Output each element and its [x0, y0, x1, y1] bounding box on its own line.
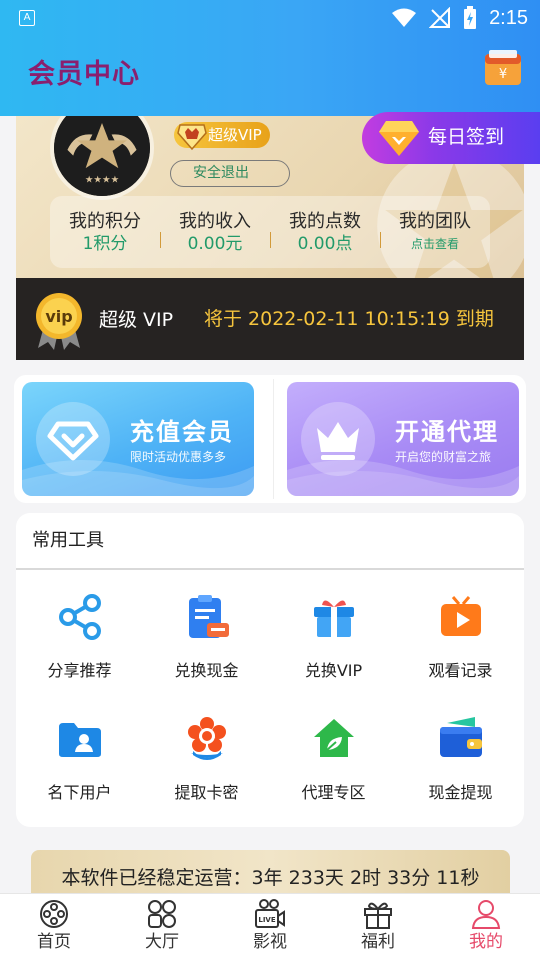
crown-outline-icon — [317, 422, 359, 460]
tools-grid: 分享推荐 兑换现金 兑换VIP 观看记录 名下用户 提取卡密 代理专区 现金提现 — [16, 593, 524, 803]
nav-label: 大厅 — [145, 932, 179, 952]
page-title: 会员中心 — [28, 59, 140, 90]
nav-home[interactable]: 首页 — [0, 894, 108, 960]
tool-watch-history[interactable]: 观看记录 — [397, 593, 524, 681]
stat-label: 我的积分 — [69, 211, 141, 232]
recharge-member-card[interactable]: 充值会员 限时活动优惠多多 — [22, 382, 254, 496]
status-bar: A 2:15 — [0, 0, 540, 36]
stat-label: 我的点数 — [289, 211, 361, 232]
logout-button[interactable]: 安全退出 — [170, 160, 290, 187]
nav-label: 福利 — [361, 932, 395, 952]
gift-box-icon — [313, 600, 354, 637]
tool-share[interactable]: 分享推荐 — [16, 593, 143, 681]
no-signal-icon — [429, 7, 451, 28]
flower-icon — [187, 717, 226, 760]
promo-title: 充值会员 — [130, 418, 234, 446]
promo-divider — [273, 379, 274, 499]
stat-label: 我的收入 — [179, 211, 251, 232]
tool-label: 代理专区 — [301, 783, 366, 802]
exchange-cash-icon — [188, 595, 229, 638]
svg-text:¥: ¥ — [499, 67, 507, 82]
clock: 2:15 — [489, 6, 528, 29]
stat-value: 0.00点 — [297, 234, 353, 254]
svg-text:★★★★: ★★★★ — [85, 175, 119, 186]
tool-label: 名下用户 — [47, 783, 112, 802]
crown-icon — [177, 124, 207, 151]
nav-label: 首页 — [37, 932, 71, 952]
stat-income[interactable]: 我的收入 0.00元 — [160, 210, 270, 254]
film-reel-icon — [40, 900, 68, 928]
nav-welfare[interactable]: 福利 — [324, 894, 432, 960]
nav-movies[interactable]: LIVE 影视 — [216, 894, 324, 960]
share-icon — [58, 594, 101, 640]
promo-panel: 充值会员 限时活动优惠多多 开通代理 开启您的财富之旅 — [14, 375, 526, 503]
battery-icon — [464, 6, 477, 29]
tool-label: 提取卡密 — [174, 783, 239, 802]
tool-extract-card[interactable]: 提取卡密 — [143, 715, 270, 803]
checkin-label: 每日签到 — [428, 126, 505, 148]
view-team-link[interactable]: 点击查看 — [380, 234, 490, 254]
wallet-icon[interactable]: ¥ — [484, 50, 522, 86]
tool-label: 兑换现金 — [174, 661, 239, 680]
nav-label: 影视 — [253, 932, 287, 952]
tools-title: 常用工具 — [16, 513, 524, 570]
vip-medal-icon: vip — [36, 293, 82, 350]
tool-exchange-cash[interactable]: 兑换现金 — [143, 593, 270, 681]
bottom-nav: 首页 大厅 LIVE 影视 福利 我的 — [0, 893, 540, 960]
tv-play-icon — [440, 596, 481, 636]
medal-text: vip — [45, 307, 72, 326]
promo-subtitle: 开启您的财富之旅 — [395, 450, 492, 464]
open-agent-card[interactable]: 开通代理 开启您的财富之旅 — [287, 382, 519, 496]
stat-credits[interactable]: 我的点数 0.00点 — [270, 210, 380, 254]
user-folder-icon — [58, 723, 101, 757]
vip-expiry-bar: vip 超级 VIP 将于 2022-02-11 10:15:19 到期 — [16, 278, 524, 360]
stat-team[interactable]: 我的团队 点击查看 — [380, 210, 490, 254]
tool-label: 兑换VIP — [304, 661, 363, 680]
nav-mine[interactable]: 我的 — [432, 894, 540, 960]
nav-label: 我的 — [469, 932, 503, 952]
promo-title: 开通代理 — [395, 418, 499, 446]
tool-label: 分享推荐 — [47, 661, 112, 680]
stat-label: 我的团队 — [399, 211, 471, 232]
stat-points[interactable]: 我的积分 1积分 — [50, 210, 160, 254]
diamond-icon — [379, 121, 419, 156]
grid-icon — [148, 900, 176, 928]
notification-icon: A — [19, 10, 35, 26]
stat-value: 0.00元 — [187, 234, 243, 254]
nav-hall[interactable]: 大厅 — [108, 894, 216, 960]
person-icon — [471, 900, 501, 929]
house-leaf-icon — [313, 719, 354, 757]
tool-agent-zone[interactable]: 代理专区 — [270, 715, 397, 803]
live-camera-icon: LIVE — [255, 899, 285, 928]
vip-level: 超级 VIP — [99, 309, 174, 331]
tool-exchange-vip[interactable]: 兑换VIP — [270, 593, 397, 681]
header-bar: A 2:15 会员中心 ¥ — [0, 0, 540, 116]
diamond-outline-icon — [47, 421, 99, 461]
avatar[interactable]: ★★★★ — [50, 116, 154, 200]
daily-checkin-button[interactable]: 每日签到 — [362, 112, 540, 164]
wallet-icon — [439, 717, 482, 757]
wifi-icon — [392, 8, 417, 27]
stat-value: 1积分 — [82, 234, 128, 254]
common-tools-panel: 常用工具 分享推荐 兑换现金 兑换VIP 观看记录 名下用户 提取卡密 代理专区… — [16, 513, 524, 827]
tool-withdraw[interactable]: 现金提现 — [397, 715, 524, 803]
vip-expire-text: 将于 2022-02-11 10:15:19 到期 — [204, 308, 494, 330]
gift-icon — [364, 902, 392, 929]
star-emblem-icon: ★★★★ — [54, 116, 150, 196]
stats-panel: 我的积分 1积分 我的收入 0.00元 我的点数 0.00点 我的团队 点击查看 — [50, 196, 490, 268]
svg-text:LIVE: LIVE — [258, 916, 275, 924]
vip-badge: 超级VIP — [174, 122, 270, 151]
tool-label: 观看记录 — [428, 661, 493, 680]
promo-subtitle: 限时活动优惠多多 — [130, 450, 227, 464]
vip-badge-label: 超级VIP — [208, 126, 262, 144]
tool-label: 现金提现 — [428, 783, 493, 802]
tool-my-users[interactable]: 名下用户 — [16, 715, 143, 803]
